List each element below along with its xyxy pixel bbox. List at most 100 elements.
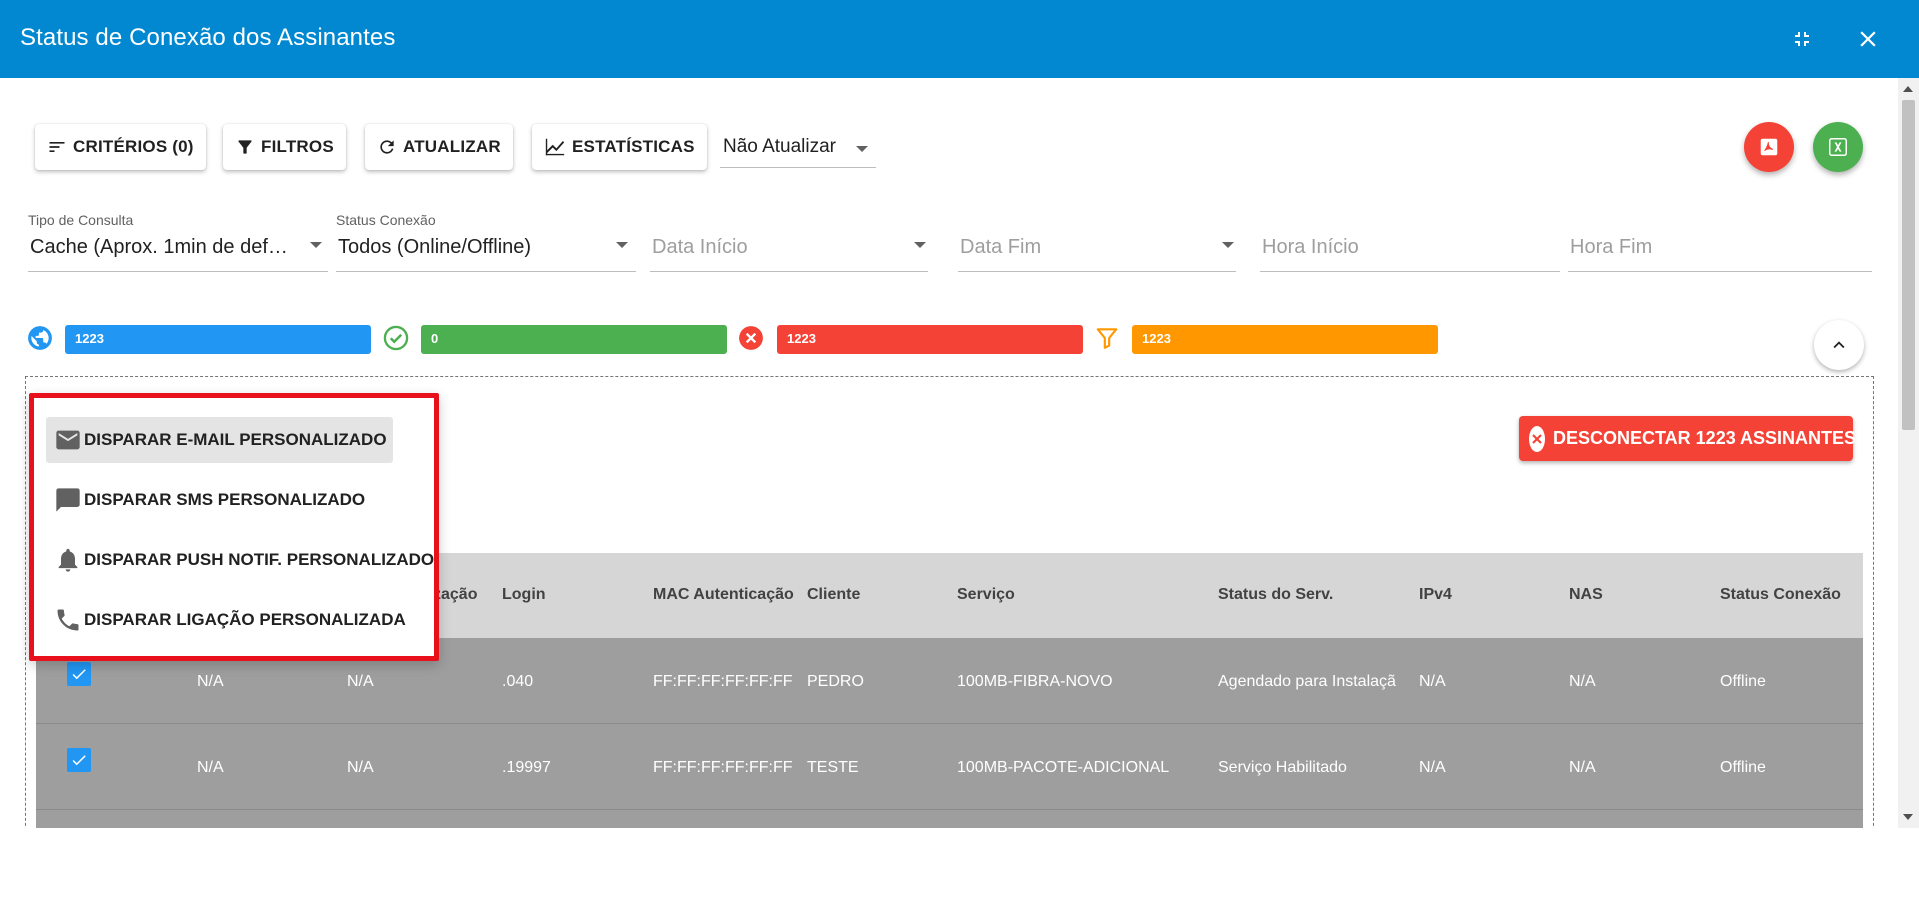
action-menu: DISPARAR E-MAIL PERSONALIZADO DISPARAR S… [29, 393, 439, 661]
menu-item-sms[interactable]: DISPARAR SMS PERSONALIZADO [46, 477, 371, 523]
chevron-down-icon [310, 242, 322, 248]
dialog-content: CRITÉRIOS (0) FILTROS ATUALIZAR ESTATÍST… [0, 78, 1898, 828]
stat-offline-value: 1223 [787, 331, 816, 346]
cancel-circle-icon [737, 324, 765, 352]
globe-icon [26, 324, 54, 352]
data-inicio-placeholder: Data Início [652, 236, 748, 258]
refresh-interval-select[interactable]: Não Atualizar [720, 128, 876, 168]
chevron-down-icon [856, 146, 868, 152]
vertical-scrollbar[interactable] [1898, 78, 1919, 828]
cell: .19997 [502, 759, 551, 776]
menu-item-push[interactable]: DISPARAR PUSH NOTIF. PERSONALIZADO [46, 537, 440, 583]
pdf-export-button[interactable] [1744, 122, 1794, 172]
chevron-down-icon [616, 242, 628, 248]
data-fim-placeholder: Data Fim [960, 236, 1042, 258]
cell: N/A [1419, 673, 1446, 690]
cell: PEDRO [807, 673, 864, 690]
atualizar-label: ATUALIZAR [403, 137, 501, 156]
hora-fim-field[interactable]: Hora Fim [1568, 212, 1872, 272]
stat-online-bar: 0 [421, 325, 727, 354]
title-bar: Status de Conexão dos Assinantes [0, 0, 1919, 78]
scrollbar-thumb[interactable] [1902, 100, 1915, 430]
close-icon[interactable] [1852, 23, 1884, 55]
hora-inicio-field[interactable]: Hora Início [1260, 212, 1560, 272]
chevron-down-icon [914, 242, 926, 248]
excel-icon [1829, 138, 1847, 156]
cell: N/A [347, 673, 374, 690]
pdf-icon [1760, 138, 1778, 156]
stat-filtered-bar: 1223 [1132, 325, 1438, 354]
menu-item-call[interactable]: DISPARAR LIGAÇÃO PERSONALIZADA [46, 597, 412, 643]
column-header[interactable]: Status do Serv. [1218, 586, 1333, 604]
status-conexao-value: Todos (Online/Offline) [338, 236, 532, 258]
data-fim-field[interactable]: Data Fim [958, 212, 1236, 272]
cell: Offline [1720, 759, 1766, 776]
cell: N/A [347, 759, 374, 776]
menu-item-label: DISPARAR LIGAÇÃO PERSONALIZADA [84, 610, 406, 629]
refresh-icon [380, 140, 394, 154]
menu-item-label: DISPARAR E-MAIL PERSONALIZADO [84, 430, 387, 449]
stat-total-bar: 1223 [65, 325, 371, 354]
menu-item-email[interactable]: DISPARAR E-MAIL PERSONALIZADO [46, 417, 393, 463]
excel-export-button[interactable] [1813, 122, 1863, 172]
filtros-button[interactable]: FILTROS [223, 124, 346, 170]
atualizar-button[interactable]: ATUALIZAR [365, 124, 513, 170]
scroll-down-icon[interactable] [1903, 814, 1913, 820]
tipo-consulta-label: Tipo de Consulta [28, 212, 134, 228]
stat-offline-bar: 1223 [777, 325, 1083, 354]
filtros-label: FILTROS [261, 137, 334, 156]
scroll-up-icon[interactable] [1903, 86, 1913, 92]
cell: FF:FF:FF:FF:FF:FF [653, 759, 793, 776]
cell: Serviço Habilitado [1218, 759, 1347, 776]
cell: N/A [1569, 759, 1596, 776]
filter-icon [238, 140, 252, 154]
phone-icon [57, 609, 79, 631]
dialog-footer [0, 828, 1919, 908]
email-icon [56, 430, 80, 450]
check-icon [72, 669, 86, 680]
chart-line-icon [545, 138, 565, 156]
column-header[interactable]: IPv4 [1419, 586, 1452, 604]
cell: FF:FF:FF:FF:FF:FF [653, 673, 793, 690]
column-header[interactable]: Login [502, 586, 546, 604]
status-conexao-label: Status Conexão [336, 212, 436, 228]
disconnect-label: DESCONECTAR 1223 ASSINANTES! [1553, 428, 1863, 448]
column-header[interactable]: NAS [1569, 586, 1603, 604]
check-icon [72, 755, 86, 766]
bell-icon [58, 548, 78, 572]
estatisticas-label: ESTATÍSTICAS [572, 137, 695, 156]
cell: 100MB-FIBRA-NOVO [957, 673, 1113, 690]
stat-total-value: 1223 [75, 331, 104, 346]
criterios-button[interactable]: CRITÉRIOS (0) [35, 124, 206, 170]
tipo-consulta-value: Cache (Aprox. 1min de defa... [30, 236, 292, 258]
row-checkbox[interactable] [67, 662, 91, 686]
status-conexao-select[interactable]: Status Conexão Todos (Online/Offline) [336, 212, 636, 272]
estatisticas-button[interactable]: ESTATÍSTICAS [532, 124, 707, 170]
menu-item-label: DISPARAR SMS PERSONALIZADO [84, 490, 366, 509]
column-header[interactable]: zação [433, 586, 477, 604]
refresh-interval-value: Não Atualizar [723, 136, 837, 157]
cell: N/A [1419, 759, 1446, 776]
cell: .040 [502, 673, 534, 690]
tipo-consulta-select[interactable]: Tipo de Consulta Cache (Aprox. 1min de d… [28, 212, 328, 272]
disconnect-all-button[interactable]: DESCONECTAR 1223 ASSINANTES! [1519, 416, 1862, 461]
sms-icon [56, 488, 80, 512]
menu-item-label: DISPARAR PUSH NOTIF. PERSONALIZADO [84, 550, 435, 569]
chevron-down-icon [1222, 242, 1234, 248]
column-header[interactable]: Status Conexão [1720, 586, 1841, 604]
column-header[interactable]: Cliente [807, 586, 860, 604]
column-header[interactable]: MAC Autenticação [653, 586, 794, 604]
cell: Offline [1720, 673, 1766, 690]
stat-online-value: 0 [431, 331, 439, 346]
criterios-label: CRITÉRIOS (0) [73, 137, 194, 156]
column-header[interactable]: Serviço [957, 586, 1015, 604]
cell: Agendado para Instalaçã [1218, 673, 1396, 690]
table-row[interactable]: N/A N/A .19997 FF:FF:FF:FF:FF:FF TESTE 1… [36, 724, 1863, 810]
cell: 100MB-PACOTE-ADICIONAL [957, 759, 1170, 776]
collapse-button[interactable] [1814, 320, 1864, 370]
data-inicio-field[interactable]: Data Início [650, 212, 928, 272]
fullscreen-exit-icon[interactable] [1786, 23, 1818, 55]
cell: N/A [1569, 673, 1596, 690]
table-row[interactable] [36, 810, 1863, 828]
row-checkbox[interactable] [67, 748, 91, 772]
